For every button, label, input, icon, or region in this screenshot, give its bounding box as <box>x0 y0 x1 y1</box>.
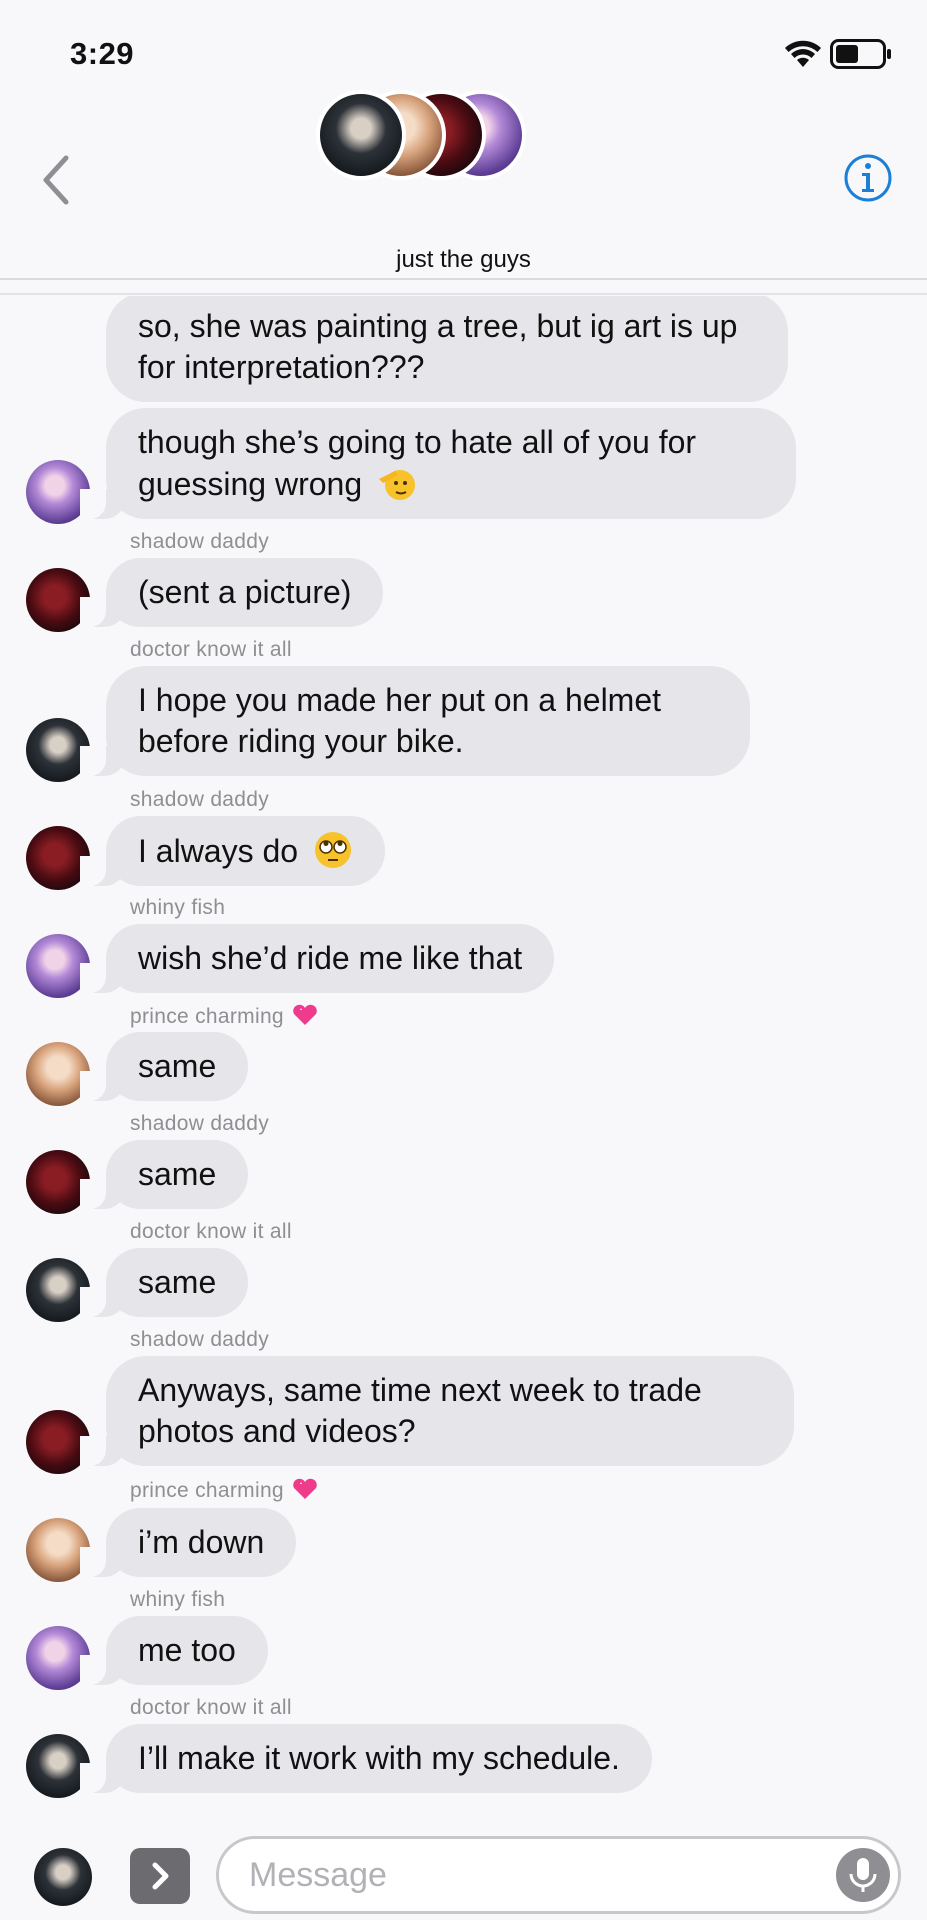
sender-label: whiny fish <box>130 1588 226 1611</box>
group-avatar-1 <box>316 90 406 180</box>
message-bubble[interactable]: I hope you made her put on a helmet befo… <box>80 666 750 776</box>
eye-roll-face-icon <box>314 832 351 868</box>
message-bubble[interactable]: Anyways, same time next week to trade ph… <box>80 1356 794 1466</box>
message-text: Anyways, same time next week to trade ph… <box>138 1372 702 1449</box>
sender-label: doctor know it all <box>130 638 292 661</box>
message-bubble[interactable]: (sent a picture) <box>79 558 384 627</box>
saluting-face-icon <box>379 470 416 500</box>
message-input[interactable] <box>216 1836 901 1914</box>
sender-label: doctor know it all <box>130 1696 292 1719</box>
microphone-icon <box>849 1858 877 1892</box>
message-bubble[interactable]: though she’s going to hate all of you fo… <box>80 408 796 519</box>
sender-name: prince charming <box>130 1005 284 1028</box>
info-icon[interactable] <box>843 153 893 203</box>
message-bubble[interactable]: I always do <box>80 816 385 886</box>
message-bubble[interactable]: wish she’d ride me like that <box>79 924 555 993</box>
sparkling-heart-icon <box>293 1478 317 1499</box>
header-divider <box>0 293 927 295</box>
message-thread[interactable]: so, she was painting a tree, but ig art … <box>0 296 927 1816</box>
sender-label: shadow daddy <box>130 1112 270 1135</box>
message-text: same <box>138 1156 217 1192</box>
message-bubble[interactable]: me too <box>80 1616 268 1685</box>
message-text: i’m down <box>138 1524 265 1560</box>
message-bubble[interactable]: i’m down <box>79 1508 297 1577</box>
sender-label: shadow daddy <box>130 788 270 811</box>
sender-label: shadow daddy <box>130 1328 270 1351</box>
sender-name: prince charming <box>130 1479 284 1502</box>
message-text: I hope you made her put on a helmet befo… <box>138 682 662 759</box>
message-text: wish she’d ride me like that <box>138 940 523 976</box>
message-text: I’ll make it work with my schedule. <box>138 1740 620 1776</box>
sender-label: shadow daddy <box>130 530 270 553</box>
message-text: same <box>138 1264 217 1300</box>
group-avatars[interactable] <box>316 90 526 185</box>
message-text: me too <box>138 1632 236 1668</box>
message-composer <box>0 1816 927 1920</box>
group-name[interactable]: just the guys <box>0 246 927 274</box>
back-chevron-icon[interactable] <box>36 150 76 210</box>
sender-label: doctor know it all <box>130 1220 292 1243</box>
microphone-button[interactable] <box>836 1848 890 1902</box>
message-bubble[interactable]: I’ll make it work with my schedule. <box>80 1724 652 1793</box>
conversation-header: just the guys <box>0 80 927 280</box>
chevron-right-icon <box>152 1862 169 1890</box>
sender-label: prince charming <box>130 1478 318 1503</box>
sender-label: whiny fish <box>130 896 226 919</box>
my-avatar[interactable] <box>34 1848 92 1906</box>
message-text: I always do <box>138 833 299 869</box>
message-text: (sent a picture) <box>138 574 352 610</box>
wifi-icon <box>785 40 821 67</box>
message-bubble[interactable]: same <box>79 1032 249 1101</box>
message-bubble[interactable]: same <box>79 1248 249 1317</box>
message-text: same <box>138 1048 217 1084</box>
apps-button[interactable] <box>130 1848 190 1904</box>
message-bubble[interactable]: same <box>79 1140 249 1209</box>
message-bubble[interactable]: so, she was painting a tree, but ig art … <box>106 296 788 402</box>
battery-icon <box>830 39 891 69</box>
sender-label: prince charming <box>130 1004 318 1029</box>
status-time: 3:29 <box>70 36 135 71</box>
sparkling-heart-icon <box>293 1004 317 1025</box>
message-text: so, she was painting a tree, but ig art … <box>138 308 738 385</box>
